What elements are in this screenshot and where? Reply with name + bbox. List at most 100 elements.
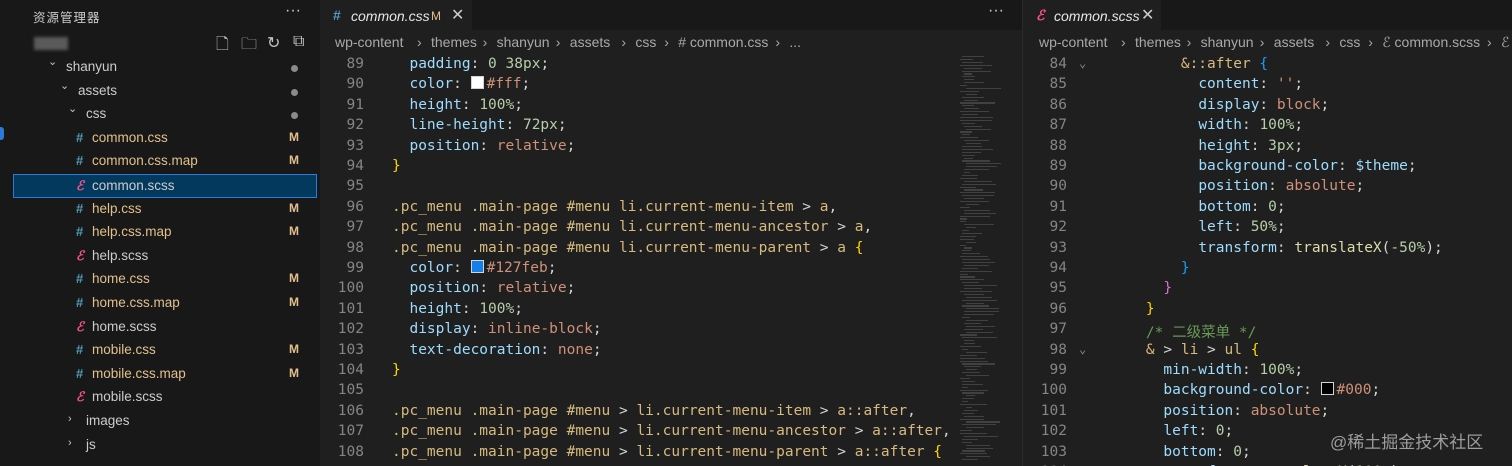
code-line[interactable]: 88 height: 3px; — [1023, 137, 1512, 157]
minimap-line — [962, 372, 980, 374]
code-line[interactable]: 100 position: relative; — [320, 279, 1022, 299]
breadcrumb-separator-icon: › — [1186, 34, 1192, 50]
code-line[interactable]: 89 padding: 0 38px; — [320, 55, 1022, 75]
code-area[interactable]: 84 ⌄ &::after {85 content: ''; 86 display:… — [1023, 55, 1512, 466]
tree-item-shanyun[interactable]: ⌄ shanyun — [0, 56, 320, 80]
code-line[interactable]: 95 — [320, 177, 1022, 197]
code-line[interactable]: 97 .pc_menu .main-page #menu li.current-m… — [320, 218, 1022, 238]
code-token: ; — [1294, 362, 1304, 378]
code-line[interactable]: 92 line-height: 72px; — [320, 116, 1022, 136]
code-token: > — [793, 198, 820, 215]
close-icon[interactable]: ✕ — [1141, 5, 1154, 25]
tree-item-common-css[interactable]: # common.css M — [0, 127, 320, 151]
code-line[interactable]: 96 .pc_menu .main-page #menu li.current-m… — [320, 198, 1022, 218]
tree-item-help-scss[interactable]: ℰhelp.scss — [0, 245, 320, 269]
breadcrumb-item[interactable]: assets — [570, 34, 610, 50]
tree-item-common-css-map[interactable]: # common.css.map M — [0, 150, 320, 174]
code-line[interactable]: 84 ⌄ &::after { — [1023, 55, 1512, 75]
minimap[interactable] — [958, 56, 1014, 466]
breadcrumb-separator-icon: › — [417, 34, 422, 50]
code-line[interactable]: 98 ⌄ & > li > ul { — [1023, 341, 1512, 361]
collapse-all-icon[interactable]: ⧉ — [293, 33, 304, 51]
code-line[interactable]: 101 height: 100%; — [320, 300, 1022, 320]
code-line[interactable]: 98 .pc_menu .main-page #menu li.current-m… — [320, 239, 1022, 259]
breadcrumb-item[interactable]: ℰ #nc — [1501, 34, 1512, 51]
code-line[interactable]: 105 — [320, 381, 1022, 401]
fold-chevron-icon[interactable]: ⌄ — [1079, 56, 1086, 70]
tree-item-css[interactable]: ⌄ css — [0, 103, 320, 127]
code-line[interactable]: 103 text-decoration: none; — [320, 341, 1022, 361]
code-line[interactable]: 100 background-color: #000; — [1023, 381, 1512, 401]
tree-item-help-css-map[interactable]: # help.css.map M — [0, 221, 320, 245]
color-swatch[interactable] — [1320, 382, 1334, 396]
breadcrumb-item[interactable]: ... — [789, 34, 801, 50]
code-line[interactable]: 104} — [320, 361, 1022, 381]
code-token: #127feb — [486, 260, 548, 276]
tree-item-mobile-css-map[interactable]: # mobile.css.map M — [0, 363, 320, 387]
breadcrumb-item[interactable]: ℰ common.scss — [1382, 34, 1480, 51]
breadcrumb-item[interactable]: css — [635, 34, 656, 50]
breadcrumb-item[interactable]: themes — [1135, 34, 1181, 50]
tree-item-js[interactable]: › js — [0, 434, 320, 458]
code-line[interactable]: 108 .pc_menu .main-page #menu > li.curren… — [320, 443, 1022, 463]
code-line[interactable]: 93 transform: translateX(-50%); — [1023, 239, 1512, 259]
breadcrumb-item[interactable]: css — [1339, 34, 1360, 50]
code-line[interactable]: 87 width: 100%; — [1023, 116, 1512, 136]
code-line[interactable]: 101 position: absolute; — [1023, 402, 1512, 422]
tree-item-mobile-css[interactable]: # mobile.css M — [0, 339, 320, 363]
code-line[interactable]: 102 display: inline-block; — [320, 320, 1022, 340]
code-line[interactable]: 96 } — [1023, 300, 1512, 320]
code-line[interactable]: 99 color: #127feb; — [320, 259, 1022, 279]
breadcrumb-item[interactable]: themes — [431, 34, 477, 50]
code-line[interactable]: 90 color: #fff; — [320, 75, 1022, 95]
tree-item-home-css-map[interactable]: # home.css.map M — [0, 292, 320, 316]
tree-item-home-css[interactable]: # home.css M — [0, 268, 320, 292]
breadcrumb-item[interactable]: shanyun — [1201, 34, 1254, 50]
tree-item-mobile-scss[interactable]: ℰmobile.scss — [0, 386, 320, 410]
more-actions-icon[interactable]: ··· — [988, 2, 1004, 20]
code-line[interactable]: 91 height: 100%; — [320, 96, 1022, 116]
tree-item-common-scss[interactable]: ℰcommon.scss — [13, 174, 317, 198]
more-actions-icon[interactable]: ··· — [285, 2, 301, 20]
code-line[interactable]: 86 display: block; — [1023, 96, 1512, 116]
minimap-line — [966, 128, 991, 130]
code-line[interactable]: 107 .pc_menu .main-page #menu > li.curren… — [320, 422, 1022, 442]
tree-item-help-css[interactable]: # help.css M — [0, 198, 320, 222]
code-line[interactable]: 97 /* 二级菜单 */ — [1023, 320, 1512, 341]
code-line[interactable]: 85 content: ''; — [1023, 75, 1512, 95]
code-token: relative — [496, 137, 567, 154]
breadcrumb-item[interactable]: # common.css — [678, 34, 768, 50]
code-area[interactable]: 89 padding: 0 38px; 90 color: #fff; 91 hei… — [320, 55, 1022, 466]
tree-item-assets[interactable]: ⌄ assets — [0, 80, 320, 104]
code-line[interactable]: 92 left: 50%; — [1023, 218, 1512, 238]
line-number: 90 — [346, 76, 364, 93]
code-line[interactable]: 90 position: absolute; — [1023, 177, 1512, 197]
tab-common-scss[interactable]: ℰ common.scss ✕ — [1023, 0, 1161, 31]
color-swatch[interactable] — [470, 260, 484, 273]
code-line[interactable]: 99 min-width: 100%; — [1023, 361, 1512, 381]
code-line[interactable]: 94 } — [1023, 259, 1512, 279]
watermark: @稀土掘金技术社区 — [1330, 433, 1484, 452]
line-number: 101 — [1040, 402, 1067, 419]
code-line[interactable]: 94} — [320, 157, 1022, 177]
fold-chevron-icon[interactable]: ⌄ — [1079, 342, 1086, 356]
minimap-line — [962, 267, 978, 269]
code-line[interactable]: 89 background-color: $theme; — [1023, 157, 1512, 177]
close-icon[interactable]: ✕ — [451, 5, 464, 25]
code-line[interactable]: 95 } — [1023, 279, 1512, 299]
breadcrumb-item[interactable]: wp-content — [1039, 34, 1107, 50]
minimap-line — [962, 317, 970, 319]
breadcrumb-item[interactable]: wp-content — [335, 34, 403, 50]
breadcrumb-item[interactable]: assets — [1274, 34, 1314, 50]
breadcrumb-item[interactable]: shanyun — [497, 34, 550, 50]
code-text: left: 50%; — [1111, 219, 1285, 235]
tree-item-home-scss[interactable]: ℰhome.scss — [0, 316, 320, 340]
code-line[interactable]: 93 position: relative; — [320, 137, 1022, 157]
tree-item-images[interactable]: › images — [0, 410, 320, 434]
color-swatch[interactable] — [470, 76, 484, 90]
code-line[interactable]: 91 bottom: 0; — [1023, 198, 1512, 218]
tab-common-css[interactable]: # common.css M ✕ — [320, 0, 472, 31]
refresh-icon[interactable]: ↻ — [267, 33, 280, 53]
code-line[interactable]: 106 .pc_menu .main-page #menu > li.curren… — [320, 402, 1022, 422]
